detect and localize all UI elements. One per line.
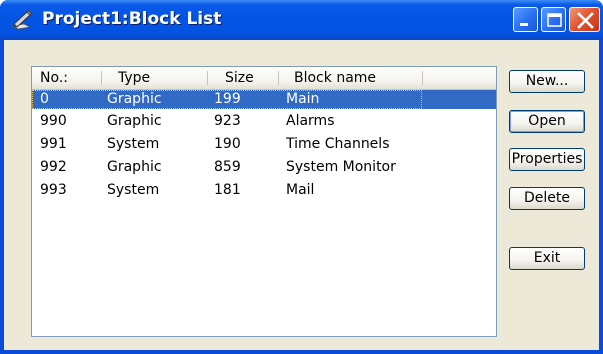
cell-type: System: [107, 182, 160, 198]
list-row[interactable]: 0 Graphic 199 Main: [32, 90, 496, 109]
pencil-paper-icon: [10, 9, 34, 30]
exit-button[interactable]: Exit: [509, 247, 585, 270]
window-title: Project1:Block List: [42, 9, 222, 29]
dialog-client-area: No.: Type Size Block name 0 Graphic 199 …: [4, 40, 599, 350]
properties-button[interactable]: Properties: [509, 148, 585, 171]
cell-type: Graphic: [107, 91, 162, 107]
list-header: No.: Type Size Block name: [32, 67, 496, 90]
close-icon: [577, 12, 594, 29]
column-header-no[interactable]: No.:: [40, 67, 68, 89]
new-button[interactable]: New...: [509, 70, 585, 93]
cell-block-name: Alarms: [286, 113, 335, 129]
delete-button[interactable]: Delete: [509, 187, 585, 210]
cell-size: 923: [214, 113, 241, 129]
minimize-icon: [520, 23, 528, 26]
column-header-block-name[interactable]: Block name: [294, 67, 376, 89]
cell-block-name: System Monitor: [286, 159, 396, 175]
block-list-window: Project1:Block List No.: Type Size Block…: [0, 0, 603, 354]
column-header-size[interactable]: Size: [225, 67, 254, 89]
cell-type: Graphic: [107, 113, 162, 129]
cell-no: 0: [40, 91, 49, 107]
cell-block-name: Time Channels: [286, 136, 390, 152]
column-header-type[interactable]: Type: [118, 67, 150, 89]
list-row[interactable]: 990 Graphic 923 Alarms: [32, 112, 496, 131]
cell-size: 190: [214, 136, 241, 152]
cell-no: 991: [40, 136, 67, 152]
cell-size: 181: [214, 182, 241, 198]
open-button[interactable]: Open: [509, 110, 585, 133]
list-row[interactable]: 993 System 181 Mail: [32, 181, 496, 200]
cell-no: 992: [40, 159, 67, 175]
minimize-button[interactable]: [513, 7, 538, 32]
title-bar[interactable]: Project1:Block List: [0, 0, 603, 40]
maximize-button[interactable]: [541, 7, 566, 32]
cell-no: 990: [40, 113, 67, 129]
cell-no: 993: [40, 182, 67, 198]
column-divider[interactable]: [278, 71, 279, 85]
cell-block-name: Mail: [286, 182, 315, 198]
column-divider[interactable]: [207, 71, 208, 85]
cell-size: 199: [214, 91, 241, 107]
cell-block-name: Main: [286, 91, 320, 107]
column-divider[interactable]: [422, 71, 423, 85]
list-row[interactable]: 991 System 190 Time Channels: [32, 135, 496, 154]
column-divider[interactable]: [101, 71, 102, 85]
cell-type: Graphic: [107, 159, 162, 175]
block-list-view[interactable]: No.: Type Size Block name 0 Graphic 199 …: [31, 66, 497, 337]
close-button[interactable]: [569, 7, 600, 32]
maximize-icon: [547, 13, 562, 27]
cell-type: System: [107, 136, 160, 152]
cell-size: 859: [214, 159, 241, 175]
list-row[interactable]: 992 Graphic 859 System Monitor: [32, 158, 496, 177]
